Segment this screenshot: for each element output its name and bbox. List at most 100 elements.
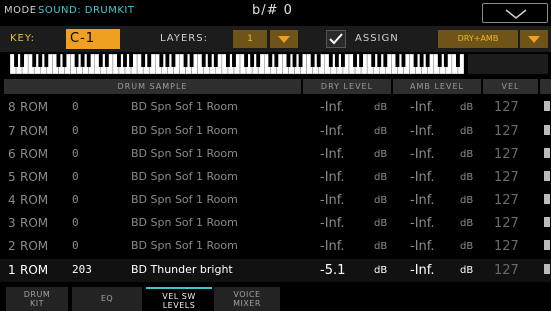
black-key[interactable] (141, 54, 146, 67)
black-key[interactable] (123, 54, 127, 67)
black-key[interactable] (165, 54, 170, 67)
black-key[interactable] (44, 54, 49, 67)
tab-voice-mixer[interactable]: VOICE MIXER (214, 287, 280, 311)
amb-level-value: -Inf. (410, 147, 435, 162)
layer-number: 3 (8, 216, 16, 230)
table-row[interactable]: 8 ROM 0 BD Spn Sof 1 Room -Inf. dB -Inf.… (0, 96, 551, 119)
black-key[interactable] (456, 54, 460, 67)
black-key[interactable] (328, 54, 333, 67)
amb-level-value: -Inf. (410, 193, 435, 208)
black-key[interactable] (98, 54, 103, 67)
black-key[interactable] (443, 54, 448, 67)
keyboard-keys[interactable] (10, 54, 464, 74)
black-key[interactable] (117, 54, 121, 67)
sample-index: 0 (72, 193, 79, 206)
black-key[interactable] (395, 54, 400, 67)
black-key[interactable] (377, 54, 382, 67)
black-key[interactable] (292, 54, 297, 67)
page-menu-button[interactable] (482, 3, 548, 23)
tab-label-line1: EQ (100, 294, 114, 303)
black-key[interactable] (62, 54, 67, 67)
dry-amb-value[interactable]: DRY+AMB (438, 30, 518, 48)
velocity-value: 127 (494, 124, 519, 139)
sample-name: BD Thunder bright (131, 263, 233, 276)
black-key[interactable] (359, 54, 364, 67)
black-key[interactable] (341, 54, 345, 67)
black-key[interactable] (74, 54, 79, 67)
layers-value[interactable]: 1 (233, 30, 267, 48)
assign-checkbox[interactable] (326, 30, 346, 48)
black-key[interactable] (213, 54, 218, 67)
tab-eq[interactable]: EQ (72, 287, 142, 311)
black-key[interactable] (183, 54, 188, 67)
sample-bank: ROM (20, 100, 49, 114)
black-key[interactable] (207, 54, 212, 67)
black-key[interactable] (20, 54, 25, 67)
table-row-selected[interactable]: 1 ROM 203 BD Thunder bright -5.1 dB -Inf… (0, 259, 551, 282)
black-key[interactable] (413, 54, 418, 67)
table-row[interactable]: 4 ROM 0 BD Spn Sof 1 Room -Inf. dB -Inf.… (0, 189, 551, 212)
dry-level-value: -Inf. (320, 193, 345, 208)
row-meter (544, 194, 550, 204)
key-value-field[interactable]: C-1 (66, 29, 120, 49)
black-key[interactable] (86, 54, 91, 67)
black-key[interactable] (286, 54, 291, 67)
black-key[interactable] (316, 54, 321, 67)
tab-drum-kit[interactable]: DRUM KIT (6, 287, 68, 311)
black-key[interactable] (189, 54, 194, 67)
table-row[interactable]: 5 ROM 0 BD Spn Sof 1 Room -Inf. dB -Inf.… (0, 166, 551, 189)
mode-label: MODE (4, 5, 37, 16)
black-key[interactable] (425, 54, 430, 67)
sample-bank: ROM (20, 124, 49, 138)
dry-amb-dropdown-button[interactable] (520, 30, 548, 48)
velocity-value: 127 (494, 100, 519, 115)
black-key[interactable] (371, 54, 376, 67)
black-key[interactable] (383, 54, 388, 67)
table-row[interactable]: 2 ROM 0 BD Spn Sof 1 Room -Inf. dB -Inf.… (0, 235, 551, 258)
black-key[interactable] (244, 54, 249, 67)
header-amb-level: AMB LEVEL (393, 79, 481, 94)
black-key[interactable] (56, 54, 61, 67)
black-key[interactable] (401, 54, 406, 67)
tab-label-line2: LEVELS (162, 301, 196, 310)
black-key[interactable] (159, 54, 164, 67)
transpose-indicator: b/# 0 (252, 3, 293, 18)
black-key[interactable] (298, 54, 303, 67)
amb-level-unit: dB (460, 126, 474, 137)
black-key[interactable] (268, 54, 273, 67)
layers-dropdown-button[interactable] (270, 30, 298, 48)
dry-level-value: -Inf. (320, 147, 345, 162)
header-drum-sample: DRUM SAMPLE (4, 79, 301, 94)
checkmark-icon (329, 33, 343, 45)
black-key[interactable] (225, 54, 230, 67)
sample-bank: ROM (20, 216, 49, 230)
black-key[interactable] (201, 54, 206, 67)
black-key[interactable] (80, 54, 85, 67)
tab-bar: DRUM KIT EQ VEL SW LEVELS VOICE MIXER (0, 287, 551, 311)
black-key[interactable] (232, 54, 236, 67)
velocity-value: 127 (494, 147, 519, 162)
black-key[interactable] (147, 54, 152, 67)
black-key[interactable] (129, 54, 133, 67)
black-key[interactable] (274, 54, 279, 67)
black-key[interactable] (310, 54, 315, 67)
black-key[interactable] (14, 54, 18, 67)
table-row[interactable]: 6 ROM 0 BD Spn Sof 1 Room -Inf. dB -Inf.… (0, 143, 551, 166)
table-row[interactable]: 3 ROM 0 BD Spn Sof 1 Room -Inf. dB -Inf.… (0, 212, 551, 235)
amb-level-value: -Inf. (410, 100, 435, 115)
black-key[interactable] (437, 54, 442, 67)
black-key[interactable] (419, 54, 424, 67)
table-row[interactable]: 7 ROM 0 BD Spn Sof 1 Room -Inf. dB -Inf.… (0, 120, 551, 143)
tab-vel-sw-levels[interactable]: VEL SW LEVELS (146, 287, 212, 311)
black-key[interactable] (353, 54, 357, 67)
sample-index: 0 (72, 100, 79, 113)
sample-index: 0 (72, 239, 79, 252)
black-key[interactable] (104, 54, 109, 67)
black-key[interactable] (334, 54, 339, 67)
black-key[interactable] (32, 54, 37, 67)
black-key[interactable] (250, 54, 255, 67)
black-key[interactable] (171, 54, 176, 67)
black-key[interactable] (256, 54, 261, 67)
black-key[interactable] (38, 54, 43, 67)
key-label: KEY: (10, 33, 36, 44)
